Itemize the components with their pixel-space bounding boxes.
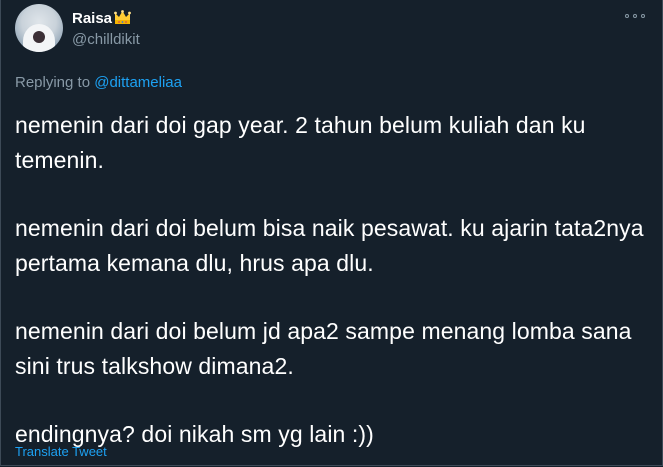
- translate-tweet-link[interactable]: Translate Tweet: [15, 444, 107, 459]
- more-dot: [641, 14, 645, 18]
- tweet-text: nemenin dari doi gap year. 2 tahun belum…: [15, 108, 655, 452]
- author-display-name-row[interactable]: Raisa: [72, 9, 140, 28]
- author-names: Raisa @chilldikit: [72, 9, 140, 49]
- replying-to: Replying to @dittameliaa: [15, 74, 182, 91]
- tweet-paragraph: nemenin dari doi gap year. 2 tahun belum…: [15, 112, 586, 173]
- more-dot: [625, 14, 629, 18]
- tweet-paragraph: nemenin dari doi belum jd apa2 sampe men…: [15, 318, 632, 379]
- avatar[interactable]: [15, 4, 63, 52]
- avatar-face-shape: [33, 31, 45, 43]
- tweet-paragraph: nemenin dari doi belum bisa naik pesawat…: [15, 215, 644, 276]
- replying-to-label: Replying to: [15, 74, 91, 91]
- author-handle[interactable]: @chilldikit: [72, 30, 140, 49]
- replying-to-link[interactable]: @dittameliaa: [94, 74, 182, 91]
- tweet-header: Raisa @chilldikit: [15, 4, 140, 52]
- more-icon[interactable]: [625, 12, 645, 20]
- crown-icon: [114, 10, 131, 25]
- tweet-paragraph: endingnya? doi nikah sm yg lain :)): [15, 421, 374, 447]
- more-dot: [633, 14, 637, 18]
- author-display-name[interactable]: Raisa: [72, 9, 112, 28]
